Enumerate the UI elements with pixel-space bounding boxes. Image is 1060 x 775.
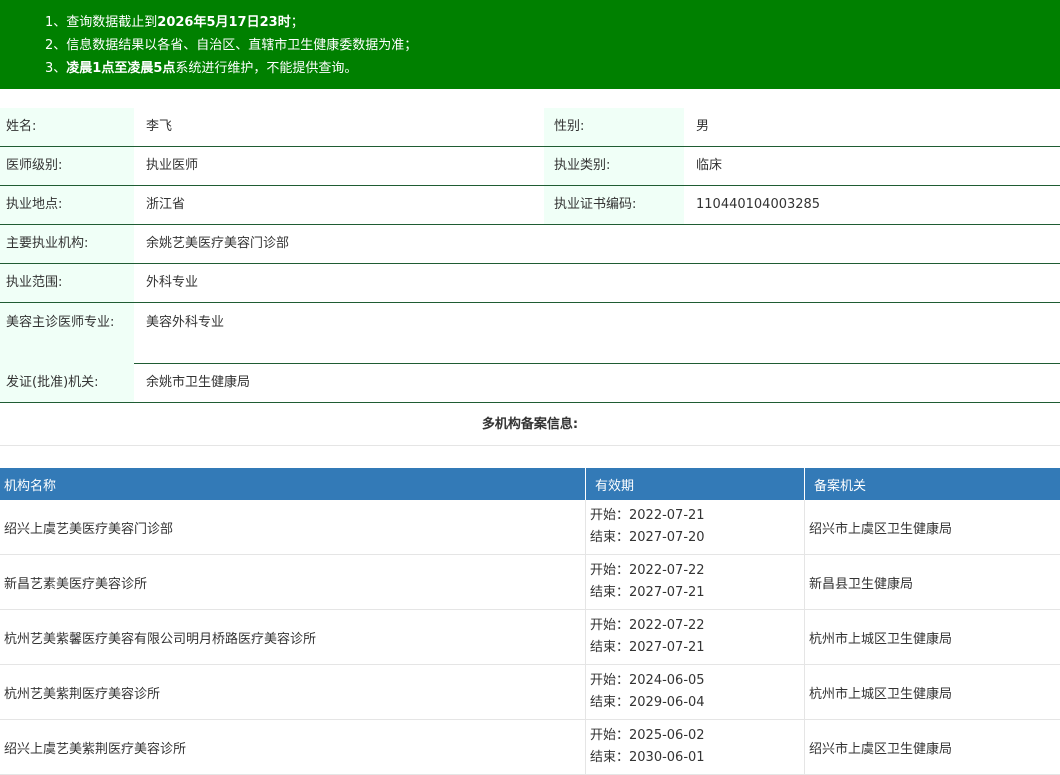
info-row: 执业地点: 浙江省 执业证书编码: 110440104003285 <box>0 186 1060 225</box>
notice-line-3: 3、凌晨1点至凌晨5点系统进行维护，不能提供查询。 <box>45 57 1060 80</box>
category-value: 临床 <box>696 158 723 173</box>
validity-start: 开始：2025-06-02 <box>590 728 705 743</box>
filing-authority: 绍兴市上虞区卫生健康局 <box>809 741 953 757</box>
notice-banner: 1、查询数据截止到2026年5月17日23时； 2、信息数据结果以各省、自治区、… <box>0 0 1060 89</box>
info-row: 美容主诊医师专业: 美容外科专业 <box>0 303 1060 364</box>
validity-end: 结束：2027-07-21 <box>590 640 705 655</box>
scope-value: 外科专业 <box>146 275 199 290</box>
filing-authority: 绍兴市上虞区卫生健康局 <box>809 521 953 537</box>
institution-name: 杭州艺美紫馨医疗美容有限公司明月桥路医疗美容诊所 <box>0 610 586 664</box>
validity-cell: 开始：2022-07-22 结束：2027-07-21 <box>586 555 805 609</box>
notice-line-1: 1、查询数据截止到2026年5月17日23时； <box>45 11 1060 34</box>
info-row: 发证(批准)机关: 余姚市卫生健康局 <box>0 364 1060 403</box>
gender-label: 性别: <box>544 108 684 146</box>
institution-label: 主要执业机构: <box>0 225 134 263</box>
name-label: 姓名: <box>0 108 134 146</box>
issuer-value: 余姚市卫生健康局 <box>146 375 251 390</box>
table-row: 绍兴上虞艺美紫荆医疗美容诊所 开始：2025-06-02 结束：2030-06-… <box>0 720 1060 775</box>
header-institution: 机构名称 <box>0 468 586 500</box>
institution-name: 杭州艺美紫荆医疗美容诊所 <box>0 665 586 719</box>
location-label: 执业地点: <box>0 186 134 224</box>
level-label: 医师级别: <box>0 147 134 185</box>
info-row: 主要执业机构: 余姚艺美医疗美容门诊部 <box>0 225 1060 264</box>
cosmetic-label: 美容主诊医师专业: <box>0 303 134 364</box>
validity-cell: 开始：2022-07-22 结束：2027-07-21 <box>586 610 805 664</box>
name-value: 李飞 <box>146 119 173 134</box>
table-header: 机构名称 有效期 备案机关 <box>0 468 1060 500</box>
gender-value: 男 <box>696 119 710 134</box>
notice-text: 系统进行维护，不能提供查询。 <box>175 61 358 76</box>
validity-end: 结束：2030-06-01 <box>590 750 705 765</box>
validity-cell: 开始：2022-07-21 结束：2027-07-20 <box>586 500 805 554</box>
info-row: 医师级别: 执业医师 执业类别: 临床 <box>0 147 1060 186</box>
notice-line-2: 2、信息数据结果以各省、自治区、直辖市卫生健康委数据为准； <box>45 38 418 53</box>
validity-start: 开始：2022-07-21 <box>590 508 705 523</box>
table-row: 杭州艺美紫馨医疗美容有限公司明月桥路医疗美容诊所 开始：2022-07-22 结… <box>0 610 1060 665</box>
info-row: 执业范围: 外科专业 <box>0 264 1060 303</box>
notice-cutoff-time: 2026年5月17日23时 <box>157 15 291 30</box>
filing-table: 机构名称 有效期 备案机关 绍兴上虞艺美医疗美容门诊部 开始：2022-07-2… <box>0 468 1060 775</box>
validity-cell: 开始：2024-06-05 结束：2029-06-04 <box>586 665 805 719</box>
institution-name: 绍兴上虞艺美紫荆医疗美容诊所 <box>0 720 586 774</box>
notice-text: 3、 <box>45 61 67 76</box>
doctor-info-table: 姓名: 李飞 性别: 男 医师级别: 执业医师 执业类别: 临床 执业地点: 浙… <box>0 108 1060 403</box>
filing-authority: 新昌县卫生健康局 <box>809 576 914 592</box>
table-row: 绍兴上虞艺美医疗美容门诊部 开始：2022-07-21 结束：2027-07-2… <box>0 500 1060 555</box>
cert-label: 执业证书编码: <box>544 186 684 224</box>
notice-maintenance-time: 凌晨1点至凌晨5点 <box>66 61 176 76</box>
notice-text: 1、查询数据截止到 <box>45 15 158 30</box>
notice-text: ； <box>290 15 304 30</box>
info-row: 姓名: 李飞 性别: 男 <box>0 108 1060 147</box>
validity-end: 结束：2027-07-20 <box>590 530 705 545</box>
table-row: 杭州艺美紫荆医疗美容诊所 开始：2024-06-05 结束：2029-06-04… <box>0 665 1060 720</box>
institution-value: 余姚艺美医疗美容门诊部 <box>146 236 290 251</box>
cert-value: 110440104003285 <box>696 197 821 212</box>
issuer-label: 发证(批准)机关: <box>0 364 134 402</box>
multi-institution-title: 多机构备案信息: <box>0 404 1060 446</box>
validity-cell: 开始：2025-06-02 结束：2030-06-01 <box>586 720 805 774</box>
institution-name: 新昌艺素美医疗美容诊所 <box>0 555 586 609</box>
validity-end: 结束：2027-07-21 <box>590 585 705 600</box>
validity-start: 开始：2022-07-22 <box>590 618 705 633</box>
institution-name: 绍兴上虞艺美医疗美容门诊部 <box>0 500 586 554</box>
validity-start: 开始：2022-07-22 <box>590 563 705 578</box>
table-row: 新昌艺素美医疗美容诊所 开始：2022-07-22 结束：2027-07-21 … <box>0 555 1060 610</box>
validity-end: 结束：2029-06-04 <box>590 695 705 710</box>
cosmetic-value: 美容外科专业 <box>146 315 225 330</box>
validity-start: 开始：2024-06-05 <box>590 673 705 688</box>
category-label: 执业类别: <box>544 147 684 185</box>
location-value: 浙江省 <box>146 197 186 212</box>
filing-authority: 杭州市上城区卫生健康局 <box>809 631 953 647</box>
filing-authority: 杭州市上城区卫生健康局 <box>809 686 953 702</box>
scope-label: 执业范围: <box>0 264 134 302</box>
header-validity: 有效期 <box>586 468 805 500</box>
level-value: 执业医师 <box>146 158 199 173</box>
header-authority: 备案机关 <box>814 478 867 494</box>
